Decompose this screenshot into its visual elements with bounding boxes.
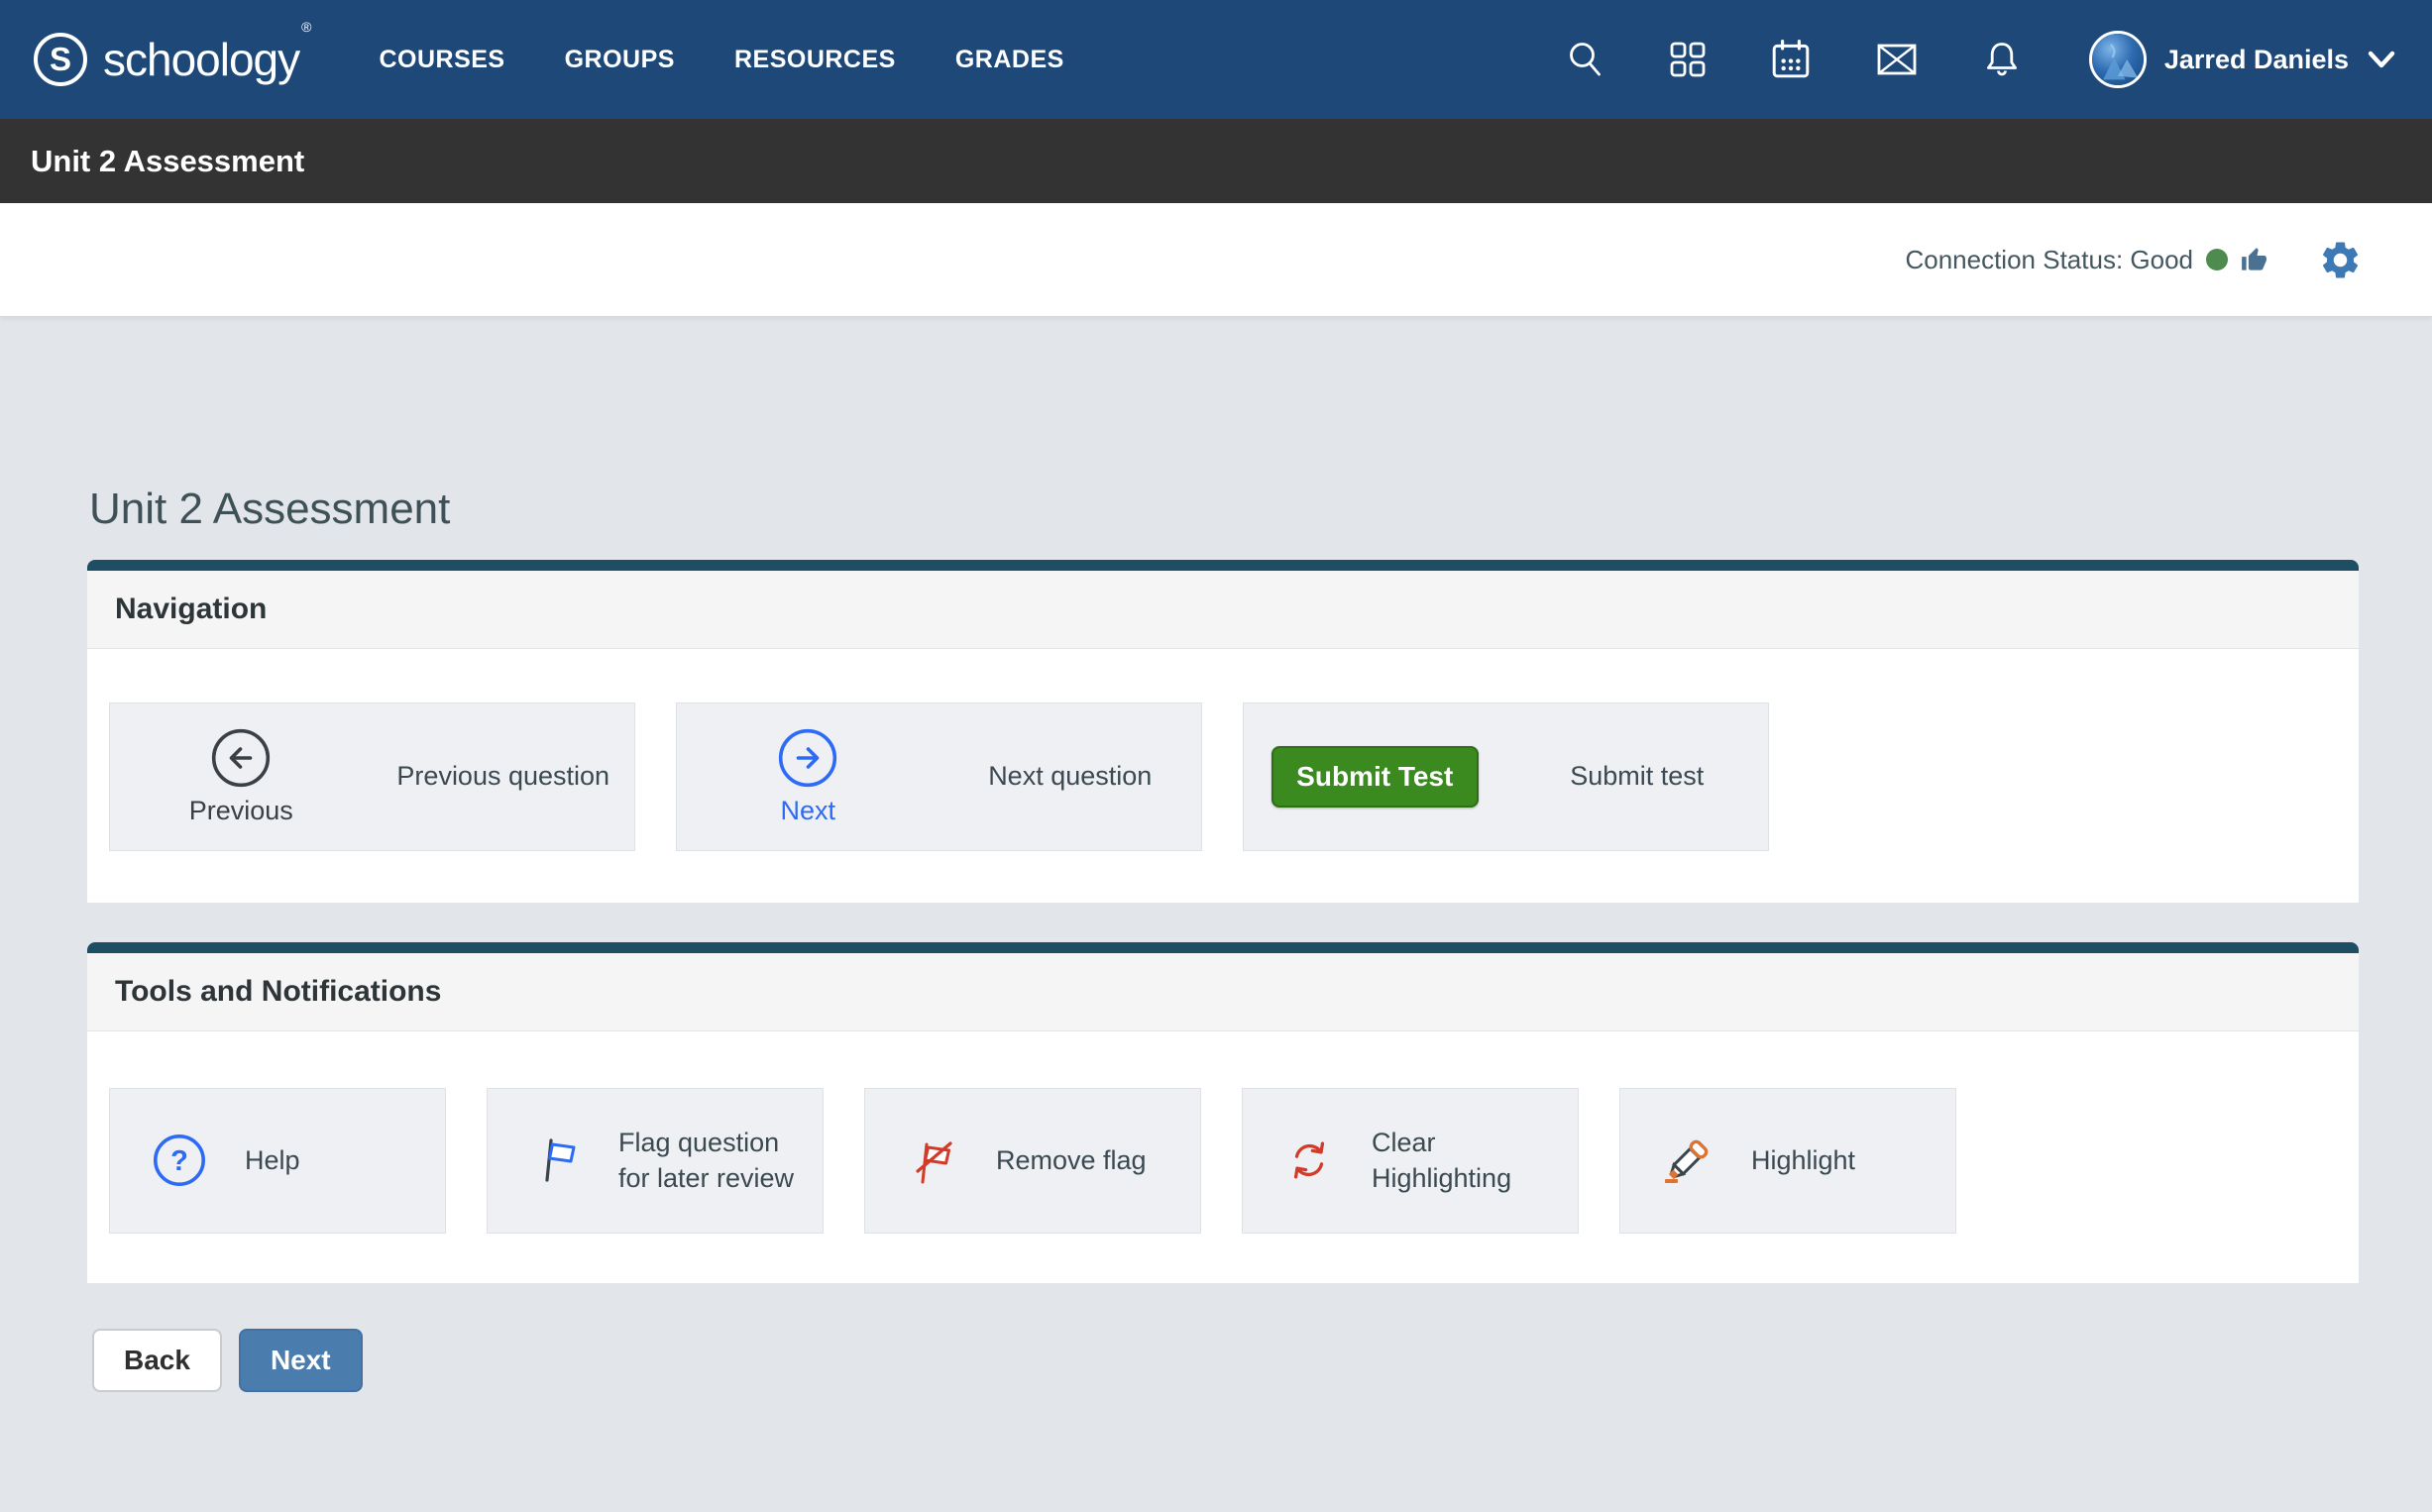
schoology-logo[interactable]: S schoology® bbox=[34, 33, 309, 86]
user-name: Jarred Daniels bbox=[2164, 45, 2349, 75]
help-card[interactable]: ? Help bbox=[109, 1088, 446, 1234]
remove-flag-card[interactable]: Remove flag bbox=[864, 1088, 1201, 1234]
avatar bbox=[2089, 31, 2147, 88]
nav-courses[interactable]: COURSES bbox=[379, 46, 504, 74]
assessment-title-bar-text: Unit 2 Assessment bbox=[31, 144, 304, 179]
status-dot bbox=[2206, 249, 2228, 270]
remove-flag-icon bbox=[907, 1134, 958, 1186]
primary-nav: COURSES GROUPS RESOURCES GRADES bbox=[379, 46, 1063, 74]
assessment-title-bar: Unit 2 Assessment bbox=[0, 119, 2432, 203]
clear-highlighting-card[interactable]: Clear Highlighting bbox=[1242, 1088, 1579, 1234]
registered-mark: ® bbox=[301, 19, 311, 35]
apps-grid-icon[interactable] bbox=[1669, 41, 1707, 78]
nav-resources[interactable]: RESOURCES bbox=[734, 46, 896, 74]
navbar-right: Jarred Daniels bbox=[1566, 31, 2396, 88]
submit-test-card[interactable]: Submit Test Submit test bbox=[1243, 702, 1769, 851]
previous-icon-label: Previous bbox=[189, 796, 293, 826]
help-icon: ? bbox=[152, 1133, 207, 1188]
flag-icon bbox=[529, 1134, 581, 1186]
tools-panel-title: Tools and Notifications bbox=[87, 953, 2359, 1031]
highlight-card[interactable]: Highlight bbox=[1619, 1088, 1956, 1234]
next-question-label: Next question bbox=[940, 761, 1202, 792]
clear-highlighting-label: Clear Highlighting bbox=[1372, 1125, 1565, 1197]
notifications-icon[interactable] bbox=[1982, 40, 2022, 79]
previous-circle-arrow-icon bbox=[210, 727, 272, 789]
svg-text:?: ? bbox=[170, 1145, 188, 1177]
next-circle-arrow-icon bbox=[777, 727, 838, 789]
navigation-panel-body: Previous Previous question Next Next que… bbox=[87, 649, 2359, 903]
search-icon[interactable] bbox=[1566, 40, 1605, 79]
schoology-s-icon: S bbox=[34, 33, 87, 86]
previous-question-label: Previous question bbox=[373, 761, 635, 792]
navigation-panel-title: Navigation bbox=[87, 571, 2359, 649]
submit-test-label: Submit test bbox=[1506, 761, 1769, 792]
nav-groups[interactable]: GROUPS bbox=[565, 46, 675, 74]
next-question-card[interactable]: Next Next question bbox=[676, 702, 1202, 851]
chevron-down-icon bbox=[2367, 50, 2396, 70]
top-navbar: S schoology® COURSES GROUPS RESOURCES GR… bbox=[0, 0, 2432, 119]
nav-grades[interactable]: GRADES bbox=[955, 46, 1064, 74]
next-button[interactable]: Next bbox=[239, 1329, 363, 1392]
thumbs-up-icon bbox=[2241, 247, 2267, 273]
next-icon-label: Next bbox=[780, 796, 835, 826]
flag-question-card[interactable]: Flag question for later review bbox=[487, 1088, 824, 1234]
main-content: Unit 2 Assessment Navigation Previous Pr… bbox=[0, 484, 2432, 1392]
back-button[interactable]: Back bbox=[92, 1329, 222, 1392]
submit-test-button[interactable]: Submit Test bbox=[1271, 746, 1479, 808]
remove-flag-label: Remove flag bbox=[996, 1142, 1147, 1178]
calendar-icon[interactable] bbox=[1770, 39, 1812, 80]
highlighter-icon bbox=[1662, 1134, 1713, 1186]
tools-panel-body: ? Help Flag question for later review Re… bbox=[87, 1031, 2359, 1283]
settings-gear-icon[interactable] bbox=[2318, 238, 2363, 282]
navigation-panel: Navigation Previous Previous question Ne… bbox=[87, 560, 2359, 903]
user-menu[interactable]: Jarred Daniels bbox=[2089, 31, 2396, 88]
previous-question-card[interactable]: Previous Previous question bbox=[109, 702, 635, 851]
connection-status-text: Connection Status: Good bbox=[1905, 245, 2193, 275]
footer-buttons: Back Next bbox=[92, 1329, 2359, 1392]
brand-wordmark: schoology bbox=[103, 34, 299, 85]
highlight-label: Highlight bbox=[1751, 1142, 1855, 1178]
flag-question-label: Flag question for later review bbox=[618, 1125, 812, 1197]
page-heading: Unit 2 Assessment bbox=[89, 484, 2359, 536]
help-label: Help bbox=[245, 1142, 300, 1178]
tools-panel: Tools and Notifications ? Help Flag ques… bbox=[87, 942, 2359, 1283]
clear-highlighting-icon bbox=[1284, 1135, 1334, 1185]
messages-icon[interactable] bbox=[1875, 40, 1919, 79]
status-bar: Connection Status: Good bbox=[0, 203, 2432, 317]
